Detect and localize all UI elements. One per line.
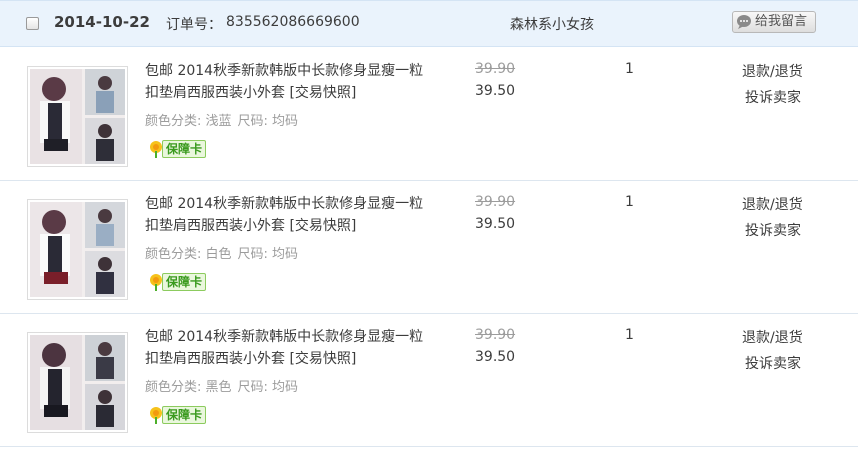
message-seller-label: 给我留言	[755, 14, 808, 29]
order-header: 2014-10-22 订单号： 835562086669600 森林系小女孩 给…	[0, 0, 858, 47]
product-image	[30, 69, 125, 164]
guarantee-label: 保障卡	[162, 273, 207, 291]
sku-color: 颜色分类: 黑色	[145, 380, 232, 395]
guarantee-card-badge[interactable]: 保障卡	[148, 139, 207, 159]
complain-seller-link[interactable]: 投诉卖家	[745, 220, 801, 240]
original-price: 39.90	[475, 61, 516, 77]
guarantee-card-badge[interactable]: 保障卡	[148, 272, 207, 292]
sku-size: 尺码: 均码	[237, 114, 299, 129]
order-item-row: 包邮 2014秋季新款韩版中长款修身显瘦一粒扣垫肩西服西装小外套 [交易快照] …	[0, 48, 858, 181]
quantity: 1	[625, 194, 634, 210]
unit-price: 39.50	[475, 83, 516, 99]
guarantee-label: 保障卡	[162, 406, 207, 424]
order-number-label: 订单号：	[166, 17, 222, 33]
product-image	[30, 335, 125, 430]
product-thumbnail[interactable]	[27, 332, 128, 433]
order-date: 2014-10-22	[54, 13, 150, 31]
sku-color: 颜色分类: 浅蓝	[145, 114, 232, 129]
refund-return-link[interactable]: 退款/退货	[742, 194, 803, 214]
order-checkbox[interactable]	[26, 17, 39, 30]
product-image	[30, 202, 125, 297]
quantity: 1	[625, 327, 634, 343]
seller-name[interactable]: 森林系小女孩	[510, 14, 594, 34]
sku-size: 尺码: 均码	[237, 247, 299, 262]
product-title-link[interactable]: 包邮 2014秋季新款韩版中长款修身显瘦一粒扣垫肩西服西装小外套 [交易快照]	[145, 193, 435, 237]
product-thumbnail[interactable]	[27, 66, 128, 167]
refund-return-link[interactable]: 退款/退货	[742, 327, 803, 347]
complain-seller-link[interactable]: 投诉卖家	[745, 87, 801, 107]
sku-size: 尺码: 均码	[237, 380, 299, 395]
sku-color: 颜色分类: 白色	[145, 247, 232, 262]
product-title-link[interactable]: 包邮 2014秋季新款韩版中长款修身显瘦一粒扣垫肩西服西装小外套 [交易快照]	[145, 326, 435, 370]
quantity: 1	[625, 61, 634, 77]
sku-info: 颜色分类: 浅蓝 尺码: 均码	[145, 110, 304, 129]
product-title-link[interactable]: 包邮 2014秋季新款韩版中长款修身显瘦一粒扣垫肩西服西装小外套 [交易快照]	[145, 60, 435, 104]
unit-price: 39.50	[475, 349, 516, 365]
sku-info: 颜色分类: 白色 尺码: 均码	[145, 243, 304, 262]
order-item-row: 包邮 2014秋季新款韩版中长款修身显瘦一粒扣垫肩西服西装小外套 [交易快照] …	[0, 314, 858, 447]
order-item-row: 包邮 2014秋季新款韩版中长款修身显瘦一粒扣垫肩西服西装小外套 [交易快照] …	[0, 181, 858, 314]
product-thumbnail[interactable]	[27, 199, 128, 300]
chat-bubble-icon	[737, 15, 751, 29]
refund-return-link[interactable]: 退款/退货	[742, 61, 803, 81]
guarantee-label: 保障卡	[162, 140, 207, 158]
guarantee-card-badge[interactable]: 保障卡	[148, 405, 207, 425]
original-price: 39.90	[475, 327, 516, 343]
order-number: 835562086669600	[226, 14, 360, 30]
unit-price: 39.50	[475, 216, 516, 232]
message-seller-button[interactable]: 给我留言	[732, 11, 816, 33]
original-price: 39.90	[475, 194, 516, 210]
sku-info: 颜色分类: 黑色 尺码: 均码	[145, 376, 304, 395]
complain-seller-link[interactable]: 投诉卖家	[745, 353, 801, 373]
